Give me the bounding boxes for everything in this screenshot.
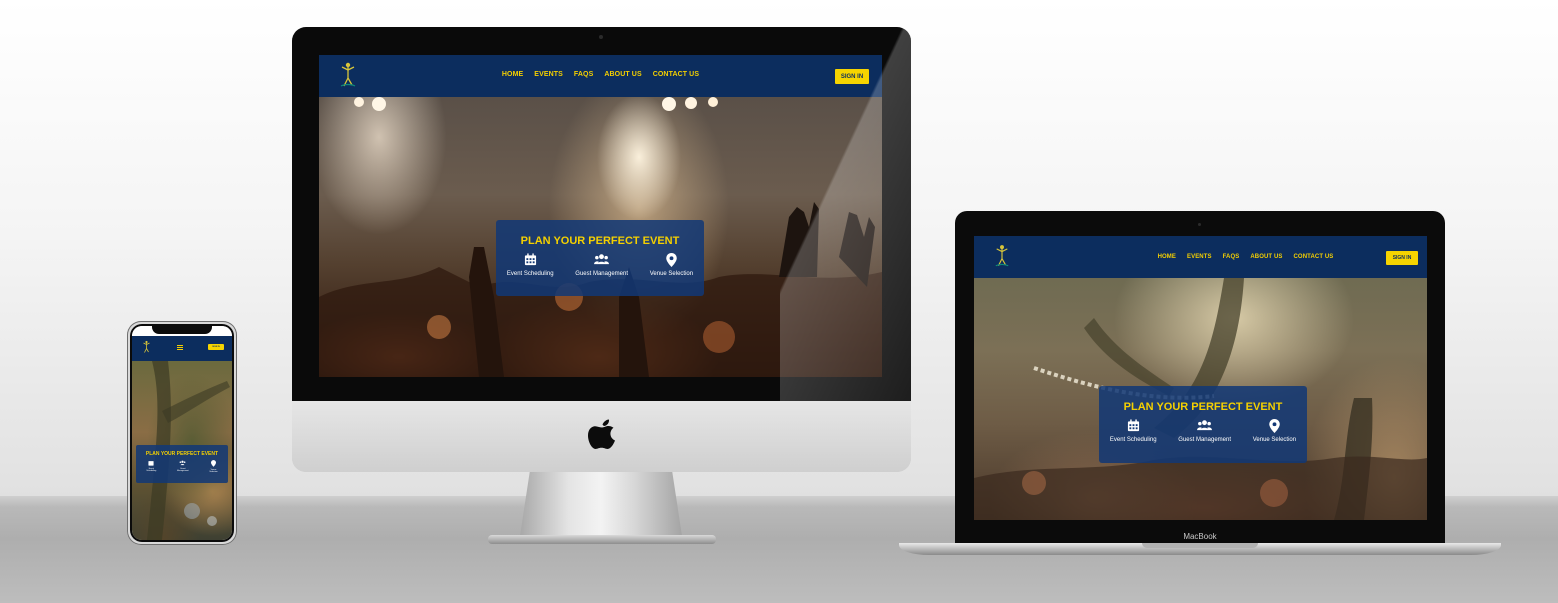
feature-row: Event Scheduling Guest Management Venue …	[136, 460, 228, 473]
feature-event-scheduling: Event Scheduling	[1110, 419, 1157, 443]
users-icon	[594, 254, 610, 265]
feature-label: Venue Selection	[649, 271, 694, 277]
feature-label: Event Scheduling	[1109, 437, 1157, 443]
location-pin-icon	[1269, 419, 1280, 433]
calendar-icon	[148, 461, 154, 466]
mobile-navbar: SIGN IN	[132, 336, 232, 362]
hero-feature-card: PLAN YOUR PERFECT EVENT Event Scheduling…	[136, 445, 228, 483]
users-icon	[179, 460, 186, 466]
calendar-icon	[1127, 419, 1139, 432]
iphone-notch	[152, 324, 212, 334]
hero-title: PLAN YOUR PERFECT EVENT	[145, 451, 219, 457]
feature-guest-management: Guest Management	[177, 460, 189, 473]
sign-in-button[interactable]: SIGN IN	[208, 344, 224, 350]
calendar-icon	[524, 253, 536, 266]
hero-feature-card: PLAN YOUR PERFECT EVENT Event Scheduling…	[1099, 386, 1307, 463]
feature-label: Guest Management	[1178, 437, 1231, 443]
hero-title: PLAN YOUR PERFECT EVENT	[1123, 401, 1283, 413]
feature-label: Event Scheduling	[506, 271, 554, 277]
feature-row: Event Scheduling Guest Management Venue …	[1099, 419, 1307, 443]
feature-guest-management: Guest Management	[1178, 419, 1231, 443]
nav-contact-us[interactable]: CONTACT US	[1294, 254, 1334, 260]
feature-label-line2: Scheduling	[146, 470, 157, 472]
feature-venue-selection: Venue Selection	[1253, 419, 1296, 443]
nav-about-us[interactable]: ABOUT US	[604, 71, 641, 78]
laptop-hero-image: PLAN YOUR PERFECT EVENT Event Scheduling…	[974, 278, 1427, 520]
location-pin-icon	[666, 253, 677, 267]
imac-camera	[599, 35, 603, 39]
site-logo-icon[interactable]	[142, 340, 151, 354]
hero-title: PLAN YOUR PERFECT EVENT	[520, 235, 680, 247]
mobile-hero-image: PLAN YOUR PERFECT EVENT Event Scheduling…	[132, 361, 232, 540]
mobile-website-screen: SIGN IN PLAN YOUR PERFECT EVENT Event Sc…	[132, 326, 232, 540]
macbook-label: MacBook	[1183, 532, 1217, 541]
macbook-camera	[1198, 223, 1201, 226]
nav-events[interactable]: EVENTS	[1187, 254, 1212, 260]
imac-screen-glare	[780, 27, 911, 401]
feature-guest-management: Guest Management	[575, 253, 628, 277]
laptop-nav-links: HOME EVENTS FAQS ABOUT US CONTACT US	[1064, 254, 1427, 260]
sign-in-button[interactable]: SIGN IN	[1386, 251, 1418, 265]
nav-home[interactable]: HOME	[1158, 254, 1176, 260]
nav-about-us[interactable]: ABOUT US	[1250, 254, 1282, 260]
hamburger-icon[interactable]	[177, 345, 183, 350]
apple-logo-icon	[588, 419, 615, 449]
feature-venue-selection: Venue Selection	[209, 460, 218, 473]
users-icon	[1197, 420, 1213, 431]
laptop-navbar: HOME EVENTS FAQS ABOUT US CONTACT US SIG…	[974, 236, 1427, 279]
nav-faqs[interactable]: FAQS	[1223, 254, 1240, 260]
nav-home[interactable]: HOME	[502, 71, 523, 78]
macbook-opening-notch	[1142, 543, 1258, 548]
nav-faqs[interactable]: FAQS	[574, 71, 593, 78]
feature-event-scheduling: Event Scheduling	[507, 253, 554, 277]
feature-label: Venue Selection	[1252, 437, 1297, 443]
imac-stand-foot	[488, 535, 716, 544]
site-logo-icon[interactable]	[994, 244, 1010, 268]
nav-contact-us[interactable]: CONTACT US	[653, 71, 699, 78]
feature-label: Guest Management	[575, 271, 628, 277]
feature-venue-selection: Venue Selection	[650, 253, 693, 277]
laptop-website-screen: HOME EVENTS FAQS ABOUT US CONTACT US SIG…	[974, 236, 1427, 520]
imac-stand	[520, 472, 682, 536]
nav-events[interactable]: EVENTS	[534, 71, 563, 78]
location-pin-icon	[211, 460, 216, 467]
feature-event-scheduling: Event Scheduling	[146, 460, 156, 473]
feature-label-line2: Selection	[209, 471, 218, 473]
feature-row: Event Scheduling Guest Management Venue …	[496, 253, 704, 277]
hero-feature-card: PLAN YOUR PERFECT EVENT Event Scheduling…	[496, 220, 704, 296]
feature-label-line2: Management	[176, 470, 189, 472]
